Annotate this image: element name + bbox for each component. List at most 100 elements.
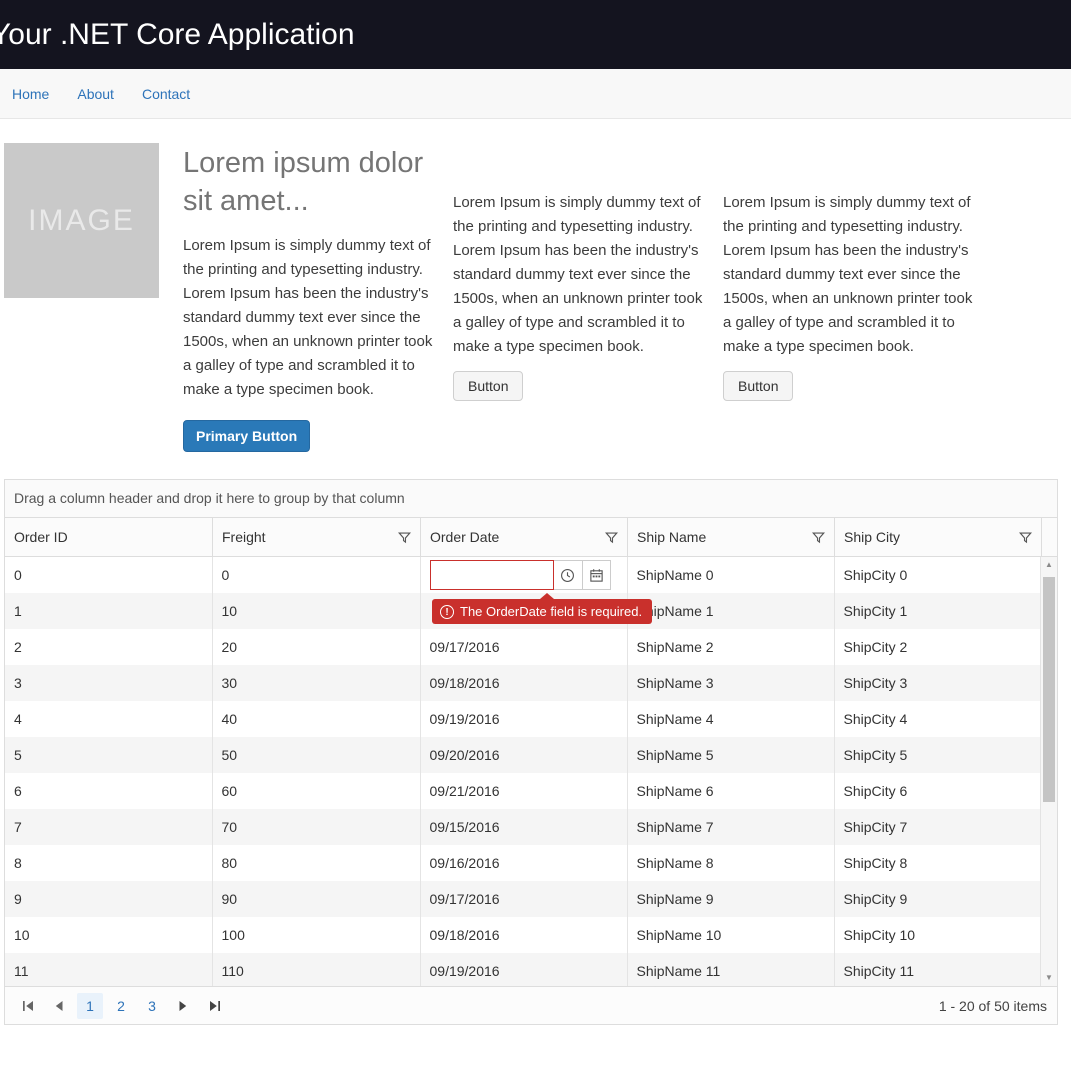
- scroll-down-icon[interactable]: ▼: [1041, 970, 1057, 986]
- filter-icon[interactable]: [398, 531, 411, 544]
- order-date-cell[interactable]: 09/20/2016: [420, 737, 627, 773]
- ship-city-cell[interactable]: ShipCity 0: [834, 557, 1042, 593]
- scrollbar-thumb[interactable]: [1043, 577, 1055, 802]
- time-picker-icon[interactable]: [554, 561, 582, 589]
- ship-name-cell[interactable]: ShipName 4: [627, 701, 834, 737]
- pager-page-1[interactable]: 1: [77, 993, 103, 1019]
- freight-cell[interactable]: 20: [212, 629, 420, 665]
- order-id-cell[interactable]: 8: [5, 845, 212, 881]
- group-drop-panel[interactable]: Drag a column header and drop it here to…: [5, 480, 1057, 518]
- ship-name-cell[interactable]: ShipName 3: [627, 665, 834, 701]
- pager-info: 1 - 20 of 50 items: [939, 998, 1047, 1014]
- ship-city-cell[interactable]: ShipCity 2: [834, 629, 1042, 665]
- freight-cell[interactable]: 110: [212, 953, 420, 986]
- column-header-ship-name[interactable]: Ship Name: [627, 518, 834, 556]
- order-date-cell[interactable]: 09/19/2016: [420, 953, 627, 986]
- vertical-scrollbar[interactable]: ▲ ▼: [1040, 557, 1057, 986]
- order-date-cell[interactable]: 09/21/2016: [420, 773, 627, 809]
- scroll-up-icon[interactable]: ▲: [1041, 557, 1057, 573]
- freight-cell[interactable]: 50: [212, 737, 420, 773]
- order-id-cell[interactable]: 5: [5, 737, 212, 773]
- table-row: 55009/20/2016ShipName 5ShipCity 5: [5, 737, 1042, 773]
- date-picker-icon[interactable]: [582, 561, 610, 589]
- filter-icon[interactable]: [1019, 531, 1032, 544]
- ship-name-cell[interactable]: ShipName 7: [627, 809, 834, 845]
- order-id-cell[interactable]: 10: [5, 917, 212, 953]
- freight-cell[interactable]: 40: [212, 701, 420, 737]
- nav-item-home[interactable]: Home: [0, 69, 63, 119]
- table-row: 33009/18/2016ShipName 3ShipCity 3: [5, 665, 1042, 701]
- freight-cell[interactable]: 80: [212, 845, 420, 881]
- ship-city-cell[interactable]: ShipCity 8: [834, 845, 1042, 881]
- column-header-order-id[interactable]: Order ID: [5, 518, 212, 556]
- nav-item-about[interactable]: About: [63, 69, 128, 119]
- pager-page-2[interactable]: 2: [108, 993, 134, 1019]
- pager-next-icon[interactable]: [170, 993, 196, 1019]
- ship-name-cell[interactable]: ShipName 10: [627, 917, 834, 953]
- image-placeholder-label: IMAGE: [28, 204, 135, 238]
- ship-city-cell[interactable]: ShipCity 6: [834, 773, 1042, 809]
- ship-city-cell[interactable]: ShipCity 11: [834, 953, 1042, 986]
- freight-cell[interactable]: 10: [212, 593, 420, 629]
- ship-city-cell[interactable]: ShipCity 10: [834, 917, 1042, 953]
- column-header-ship-city[interactable]: Ship City: [834, 518, 1041, 556]
- freight-cell[interactable]: 0: [212, 557, 420, 593]
- order-id-cell[interactable]: 1: [5, 593, 212, 629]
- app-header: Your .NET Core Application: [0, 0, 1071, 69]
- order-date-cell[interactable]: 09/19/2016: [420, 701, 627, 737]
- grid-body: 00 ShipName 0ShipCity 0110ShipName 1Ship…: [5, 557, 1057, 986]
- secondary-button[interactable]: Button: [453, 371, 523, 401]
- validation-message: The OrderDate field is required.: [460, 604, 642, 619]
- ship-name-cell[interactable]: ShipName 9: [627, 881, 834, 917]
- secondary-button[interactable]: Button: [723, 371, 793, 401]
- ship-city-cell[interactable]: ShipCity 5: [834, 737, 1042, 773]
- ship-city-cell[interactable]: ShipCity 1: [834, 593, 1042, 629]
- ship-name-cell[interactable]: ShipName 0: [627, 557, 834, 593]
- column-header-order-date[interactable]: Order Date: [420, 518, 627, 556]
- ship-city-cell[interactable]: ShipCity 3: [834, 665, 1042, 701]
- pager-first-icon[interactable]: [15, 993, 41, 1019]
- order-date-cell[interactable]: 09/15/2016: [420, 809, 627, 845]
- nav-item-contact[interactable]: Contact: [128, 69, 204, 119]
- order-date-cell[interactable]: 09/18/2016: [420, 665, 627, 701]
- column-header-freight[interactable]: Freight: [212, 518, 420, 556]
- order-id-cell[interactable]: 6: [5, 773, 212, 809]
- column-label: Ship Name: [637, 529, 706, 545]
- order-id-cell[interactable]: 11: [5, 953, 212, 986]
- table-row: 22009/17/2016ShipName 2ShipCity 2: [5, 629, 1042, 665]
- freight-cell[interactable]: 100: [212, 917, 420, 953]
- datetime-picker-buttons: [554, 560, 611, 590]
- freight-cell[interactable]: 70: [212, 809, 420, 845]
- order-id-cell[interactable]: 2: [5, 629, 212, 665]
- order-id-cell[interactable]: 3: [5, 665, 212, 701]
- pager-previous-icon[interactable]: [46, 993, 72, 1019]
- order-id-cell[interactable]: 4: [5, 701, 212, 737]
- freight-cell[interactable]: 60: [212, 773, 420, 809]
- ship-city-cell[interactable]: ShipCity 4: [834, 701, 1042, 737]
- ship-city-cell[interactable]: ShipCity 9: [834, 881, 1042, 917]
- order-date-cell[interactable]: 09/18/2016: [420, 917, 627, 953]
- order-date-cell[interactable]: 09/17/2016: [420, 881, 627, 917]
- order-id-cell[interactable]: 0: [5, 557, 212, 593]
- pager-page-3[interactable]: 3: [139, 993, 165, 1019]
- filter-icon[interactable]: [605, 531, 618, 544]
- ship-city-cell[interactable]: ShipCity 7: [834, 809, 1042, 845]
- ship-name-cell[interactable]: ShipName 11: [627, 953, 834, 986]
- order-date-cell[interactable]: [420, 557, 627, 593]
- pager-last-icon[interactable]: [201, 993, 227, 1019]
- hero-paragraph: Lorem Ipsum is simply dummy text of the …: [183, 234, 433, 402]
- freight-cell[interactable]: 30: [212, 665, 420, 701]
- ship-name-cell[interactable]: ShipName 1: [627, 593, 834, 629]
- order-date-cell[interactable]: 09/16/2016: [420, 845, 627, 881]
- ship-name-cell[interactable]: ShipName 8: [627, 845, 834, 881]
- filter-icon[interactable]: [812, 531, 825, 544]
- order-id-cell[interactable]: 7: [5, 809, 212, 845]
- order-date-cell[interactable]: 09/17/2016: [420, 629, 627, 665]
- order-id-cell[interactable]: 9: [5, 881, 212, 917]
- order-date-input[interactable]: [430, 560, 554, 590]
- ship-name-cell[interactable]: ShipName 6: [627, 773, 834, 809]
- primary-button[interactable]: Primary Button: [183, 420, 310, 452]
- ship-name-cell[interactable]: ShipName 5: [627, 737, 834, 773]
- ship-name-cell[interactable]: ShipName 2: [627, 629, 834, 665]
- freight-cell[interactable]: 90: [212, 881, 420, 917]
